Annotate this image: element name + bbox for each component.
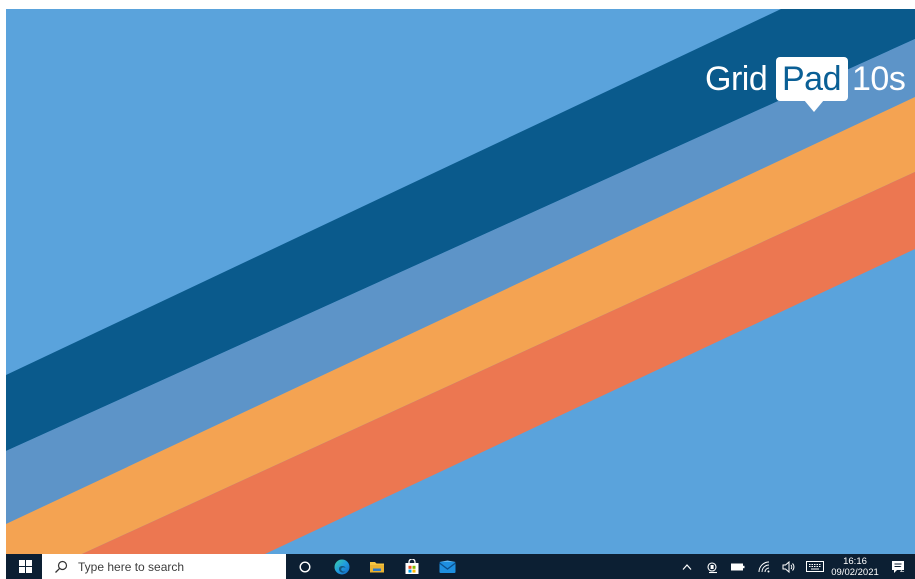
notification-count-badge: 2 xyxy=(900,565,905,574)
touch-keyboard-button[interactable] xyxy=(804,554,826,579)
windows-logo-icon xyxy=(18,560,32,573)
chevron-up-icon xyxy=(682,563,692,570)
wifi-icon xyxy=(758,561,770,572)
folder-icon xyxy=(370,561,384,572)
logo-model: 10s xyxy=(852,60,906,98)
desktop[interactable]: Grid Pad 10s xyxy=(6,9,915,554)
file-explorer-button[interactable] xyxy=(364,554,390,579)
clock-date: 09/02/2021 xyxy=(831,566,879,578)
volume-icon xyxy=(782,560,795,573)
battery-icon xyxy=(731,563,745,570)
touch-keyboard-icon xyxy=(806,561,824,572)
logo-speech-tail xyxy=(804,100,824,112)
store-app-button[interactable] xyxy=(399,554,425,579)
cortana-button[interactable] xyxy=(292,554,318,579)
store-bag-icon xyxy=(405,558,419,574)
battery-status[interactable] xyxy=(728,554,748,579)
search-placeholder[interactable]: Type here to search xyxy=(78,560,184,574)
clock-time: 16:16 xyxy=(843,555,867,567)
clock[interactable]: 16:16 09/02/2021 xyxy=(831,554,879,579)
gridpad-logo: Grid Pad 10s xyxy=(700,47,915,117)
taskbar: Type here to search 16:16 09/02/2021 2 xyxy=(6,554,915,579)
mail-app-button[interactable] xyxy=(434,554,460,579)
show-hidden-icons-button[interactable] xyxy=(678,554,696,579)
logo-word-grid: Grid xyxy=(705,60,768,98)
volume-control[interactable] xyxy=(780,554,798,579)
logo-word-pad: Pad xyxy=(782,60,842,98)
cortana-circle-icon xyxy=(299,560,311,573)
action-center-button[interactable]: 2 xyxy=(886,554,910,579)
network-status[interactable] xyxy=(756,554,774,579)
start-button[interactable] xyxy=(10,554,40,579)
edge-icon xyxy=(334,559,350,574)
meet-now-button[interactable] xyxy=(704,554,722,579)
search-icon xyxy=(54,560,68,574)
meet-now-icon xyxy=(707,561,717,573)
taskbar-search-box[interactable]: Type here to search xyxy=(42,554,286,579)
mail-icon xyxy=(438,560,456,573)
edge-app-button[interactable] xyxy=(329,554,355,579)
